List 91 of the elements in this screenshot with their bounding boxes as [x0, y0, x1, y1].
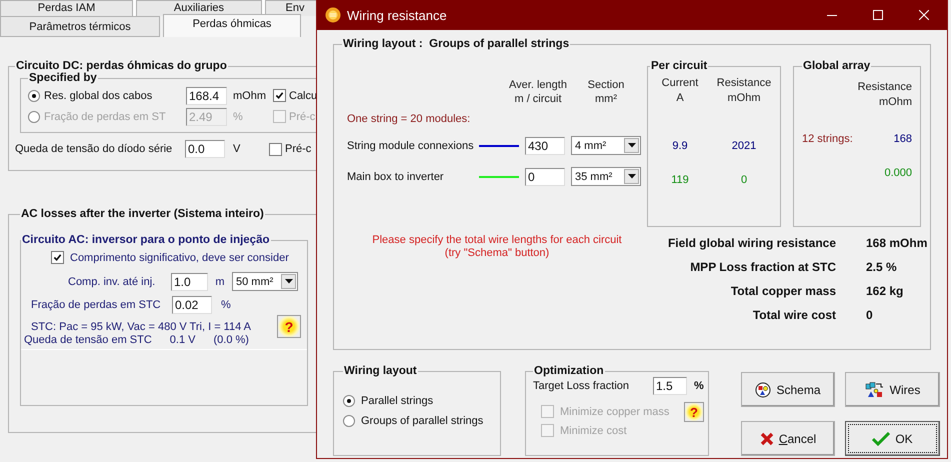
loss-field[interactable]: 0.02 — [172, 296, 212, 314]
resistance-value: 0.000 — [884, 167, 912, 179]
length-field[interactable]: 430 — [525, 136, 565, 154]
option-label: Res. global dos cabos — [44, 90, 152, 102]
sun-icon — [325, 7, 341, 23]
group-title: AC losses after the inverter (Sistema inteiro) — [20, 208, 265, 220]
summary-label: Total wire cost — [752, 308, 836, 322]
cancel-button[interactable]: Cancel — [741, 421, 835, 456]
field-label: Queda de tensão do díodo série — [15, 143, 174, 155]
option-label: Comprimento significativo, deve ser consider — [70, 252, 289, 264]
group-title: Global array — [802, 60, 872, 72]
group-title: Specified by — [28, 72, 98, 84]
checkbox[interactable] — [51, 251, 64, 264]
option-label: Minimize copper mass — [560, 406, 670, 418]
section-dropdown[interactable]: 4 mm² — [571, 136, 641, 155]
value-field[interactable]: 168.4 — [186, 86, 227, 104]
field-label: Fração de perdas em STC — [31, 299, 162, 311]
resistance-value: 0 — [740, 174, 748, 186]
option-label: Fração de perdas em ST — [44, 110, 166, 122]
schema-icon — [755, 382, 772, 398]
summary-label: Field global wiring resistance — [666, 236, 836, 250]
current-value: 9.9 — [671, 140, 689, 152]
column-header: Current A — [660, 76, 700, 106]
help-button[interactable]: ? — [277, 315, 301, 338]
section-dropdown[interactable]: 35 mm² — [571, 167, 641, 186]
summary-value: 0 — [866, 308, 874, 322]
schema-button[interactable]: Schema — [741, 372, 835, 407]
radio-button[interactable] — [28, 90, 40, 102]
option-label: Parallel strings — [361, 395, 434, 407]
column-header: Aver. length m / circuit — [508, 78, 567, 106]
field-label: Target Loss fraction — [533, 380, 630, 392]
warning-text: Please specify the total wire lengths for each circuit (try "Schema" button) — [371, 234, 623, 260]
resistance-value: 168 — [894, 133, 912, 145]
group-title: Per circuit — [650, 60, 708, 72]
target-field[interactable]: 1.5 — [653, 377, 687, 395]
unit-label: V — [232, 143, 242, 155]
maximize-icon[interactable] — [873, 10, 883, 20]
column-header: Section mm² — [586, 78, 626, 106]
tab[interactable]: Auxiliaries — [136, 0, 262, 16]
window-title: Wiring resistance — [347, 8, 447, 22]
x-icon — [760, 432, 774, 446]
ok-button[interactable]: OK — [845, 421, 940, 456]
column-header: Resistance mOhm — [856, 80, 912, 110]
unit-label: % — [221, 299, 231, 311]
tab[interactable]: Env — [265, 0, 316, 16]
wires-button[interactable]: Wires — [845, 372, 940, 407]
value-field[interactable]: 0.0 — [185, 140, 225, 158]
help-button[interactable]: ? — [684, 402, 704, 422]
voltage-value: 0.1 V — [170, 334, 196, 346]
circuit-label: String module connexions — [347, 140, 475, 152]
summary-value: 162 kg — [866, 284, 904, 298]
group-title: Wiring layout : Groups of parallel strings — [342, 38, 570, 50]
summary-value: 168 mOhm — [866, 236, 928, 250]
column-header: Resistance mOhm — [716, 76, 772, 106]
unit-label: mOhm — [232, 90, 267, 102]
group-title: Circuito AC: inversor para o ponto de injeção — [21, 234, 270, 246]
option-label: Minimize cost — [560, 424, 627, 436]
close-icon[interactable] — [919, 10, 929, 20]
string-note: One string = 20 modules: — [347, 113, 472, 125]
field-label: Queda de tensão em STC — [24, 334, 152, 346]
current-value: 119 — [670, 174, 690, 186]
tab[interactable]: Perdas óhmicas — [163, 14, 301, 37]
summary-label: Total copper mass — [730, 284, 836, 298]
resistance-value: 2021 — [730, 140, 758, 152]
stc-info: STC: Pac = 95 kW, Vac = 480 V Tri, I = 114 A — [31, 320, 252, 332]
group-title: Optimization — [533, 365, 605, 377]
group-title: Circuito DC: perdas óhmicas do grupo — [15, 60, 228, 72]
strings-count: 12 strings: — [802, 133, 853, 145]
section-dropdown[interactable]: 50 mm² — [232, 272, 298, 291]
tab[interactable]: Perdas IAM — [0, 0, 133, 16]
checkbox[interactable] — [269, 142, 282, 156]
unit-label: m — [214, 276, 226, 288]
tab[interactable]: Parâmetros térmicos — [0, 16, 160, 37]
unit-label: % — [694, 380, 704, 392]
length-field[interactable]: 1.0 — [171, 272, 208, 290]
percent-value: (0.0 %) — [213, 334, 249, 346]
option-label: Groups of parallel strings — [361, 415, 484, 427]
group-title: Wiring layout — [343, 365, 418, 377]
check-icon — [872, 432, 890, 446]
summary-value: 2.5 % — [866, 260, 898, 274]
circuit-label: Main box to inverter — [347, 170, 445, 182]
radio-button[interactable] — [343, 395, 355, 407]
checkbox[interactable] — [273, 89, 286, 102]
radio-button[interactable] — [343, 415, 355, 427]
components-icon — [864, 382, 885, 398]
length-field[interactable]: 0 — [525, 168, 565, 186]
field-label: Comp. inv. até inj. — [68, 276, 156, 288]
option-label: Pré-c — [289, 110, 316, 122]
option-label: Pré-c — [285, 143, 312, 155]
summary-label: MPP Loss fraction at STC — [689, 260, 836, 274]
unit-label: % — [232, 110, 244, 122]
